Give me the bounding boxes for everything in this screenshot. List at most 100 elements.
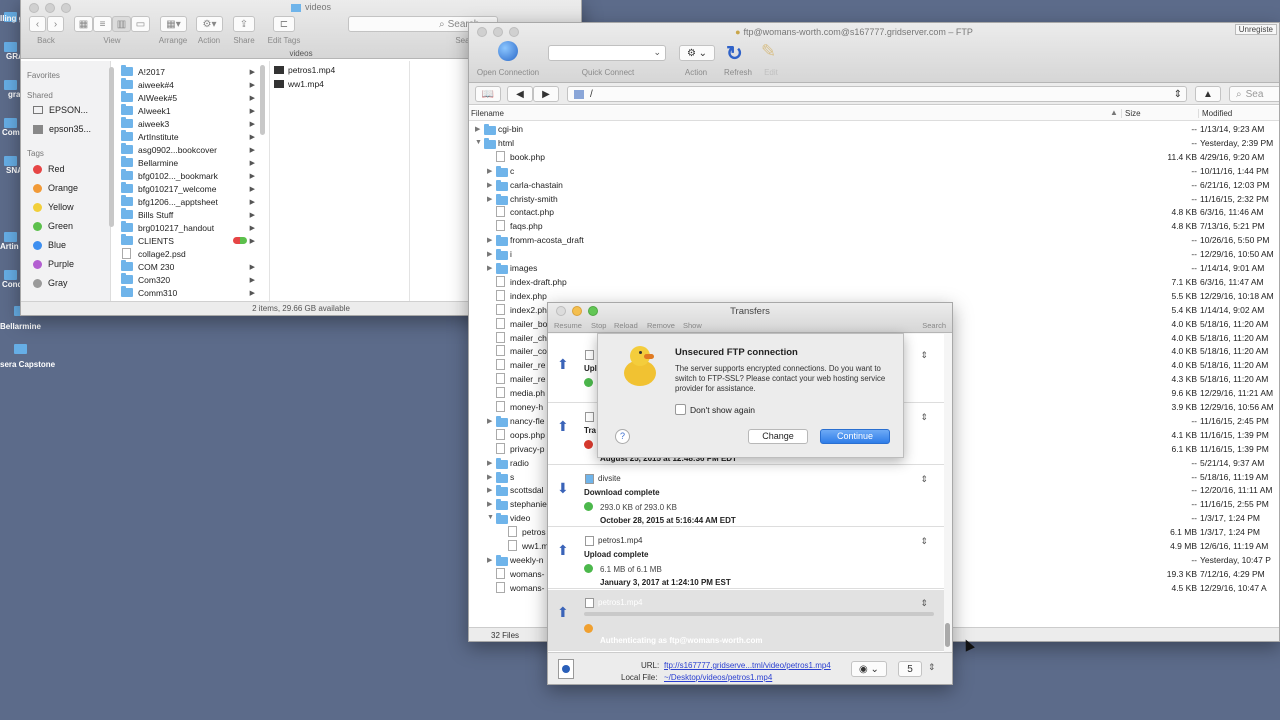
list-item[interactable]: A!2017 ▶ bbox=[121, 65, 261, 78]
bookmarks-button[interactable]: 📖 bbox=[475, 86, 501, 102]
column-scrollbar[interactable] bbox=[260, 65, 265, 135]
tag-red[interactable]: Red bbox=[33, 164, 65, 174]
list-item[interactable]: AIWeek#5 ▶ bbox=[121, 91, 261, 104]
back-button[interactable]: ‹ bbox=[29, 16, 46, 32]
sidebar-scrollbar[interactable] bbox=[109, 67, 114, 227]
table-row[interactable]: ▶ christy-smith -- 11/16/15, 2:32 PM bbox=[469, 192, 1279, 206]
edit-tags-button[interactable]: ⊏ bbox=[273, 16, 295, 32]
table-row[interactable]: ▶ i -- 12/29/16, 10:50 AM bbox=[469, 247, 1279, 261]
path-select[interactable]: / ⇕ bbox=[567, 86, 1187, 102]
disclosure-closed-icon[interactable]: ▶ bbox=[487, 264, 492, 272]
pencil-icon[interactable]: ✎ bbox=[761, 41, 776, 62]
list-item[interactable]: asg0902...bookcover ▶ bbox=[121, 143, 261, 156]
table-row[interactable]: ▶ carla-chastain -- 6/21/16, 12:03 PM bbox=[469, 178, 1279, 192]
dont-show-checkbox[interactable] bbox=[675, 404, 686, 415]
unregistered-badge[interactable]: Unregiste bbox=[1234, 24, 1277, 35]
help-button[interactable]: ? bbox=[615, 429, 630, 444]
expand-icon[interactable]: ⇕ bbox=[920, 536, 928, 547]
list-item[interactable]: collage2.psd bbox=[121, 247, 261, 260]
tag-gray[interactable]: Gray bbox=[33, 278, 68, 288]
disclosure-closed-icon[interactable]: ▶ bbox=[475, 125, 480, 133]
list-item[interactable]: AIweek1 ▶ bbox=[121, 104, 261, 117]
sidebar-item-epson35[interactable]: epson35... bbox=[33, 124, 91, 134]
action-button[interactable]: ⚙▾ bbox=[196, 16, 223, 32]
share-button[interactable]: ⇪ bbox=[233, 16, 255, 32]
desktop-folder-icon[interactable] bbox=[14, 344, 27, 354]
list-item[interactable]: Bills Stuff ▶ bbox=[121, 208, 261, 221]
column-header-modified[interactable]: Modified bbox=[1198, 109, 1232, 118]
column-header-filename[interactable]: Filename bbox=[471, 109, 504, 118]
desktop-folder-icon[interactable] bbox=[4, 156, 17, 166]
table-row[interactable]: ▼ html -- Yesterday, 2:39 PM bbox=[469, 136, 1279, 150]
forward-button[interactable]: ▶ bbox=[533, 86, 559, 102]
icon-view-button[interactable]: ▦ bbox=[74, 16, 93, 32]
list-item[interactable]: Com320 ▶ bbox=[121, 273, 261, 286]
disclosure-open-icon[interactable]: ▼ bbox=[475, 139, 482, 146]
tag-purple[interactable]: Purple bbox=[33, 259, 74, 269]
desktop-folder-icon[interactable] bbox=[4, 80, 17, 90]
disclosure-closed-icon[interactable]: ▶ bbox=[487, 236, 492, 244]
list-item[interactable]: ww1.mp4 bbox=[274, 79, 324, 89]
stop-button[interactable]: Stop bbox=[591, 321, 606, 330]
table-row[interactable]: ▶ fromm-acosta_draft -- 10/26/16, 5:50 PM bbox=[469, 233, 1279, 247]
resume-button[interactable]: Resume bbox=[554, 321, 582, 330]
stepper-arrows-icon[interactable]: ⇕ bbox=[928, 662, 936, 673]
quick-connect-select[interactable]: ⌄ bbox=[548, 45, 666, 61]
forward-button[interactable]: › bbox=[47, 16, 64, 32]
disclosure-closed-icon[interactable]: ▶ bbox=[487, 500, 492, 508]
desktop-folder-icon[interactable] bbox=[4, 118, 17, 128]
disclosure-closed-icon[interactable]: ▶ bbox=[487, 195, 492, 203]
expand-icon[interactable]: ⇕ bbox=[920, 412, 928, 423]
expand-icon[interactable]: ⇕ bbox=[920, 474, 928, 485]
list-item[interactable]: CLIENTS ▶ bbox=[121, 234, 261, 247]
table-row[interactable]: faqs.php 4.8 KB 7/13/16, 5:21 PM bbox=[469, 219, 1279, 233]
table-row[interactable]: ▶ cgi-bin -- 1/13/14, 9:23 AM bbox=[469, 122, 1279, 136]
globe-icon[interactable] bbox=[498, 41, 518, 61]
tag-orange[interactable]: Orange bbox=[33, 183, 78, 193]
refresh-icon[interactable]: ↻ bbox=[726, 41, 743, 66]
show-button[interactable]: Show bbox=[683, 321, 702, 330]
table-row[interactable]: book.php 11.4 KB 4/29/16, 9:20 AM bbox=[469, 150, 1279, 164]
tag-green[interactable]: Green bbox=[33, 221, 73, 231]
table-row[interactable]: ▶ images -- 1/14/14, 9:01 AM bbox=[469, 261, 1279, 275]
transfer-item[interactable]: ⬆ petros1.mp4 Authenticating as ftp@womans… bbox=[548, 590, 944, 651]
list-item[interactable]: aiweek#4 ▶ bbox=[121, 78, 261, 91]
arrange-button[interactable]: ▦▾ bbox=[160, 16, 187, 32]
transfer-item[interactable]: ⬆ petros1.mp4 Upload complete 6.1 MB of 6.1… bbox=[548, 528, 944, 589]
column-header-size[interactable]: Size bbox=[1121, 109, 1141, 118]
list-item[interactable]: bfg0102..._bookmark ▶ bbox=[121, 169, 261, 182]
upload-button[interactable]: ▲ bbox=[1195, 86, 1221, 102]
back-button[interactable]: ◀ bbox=[507, 86, 533, 102]
disclosure-closed-icon[interactable]: ▶ bbox=[487, 556, 492, 564]
expand-icon[interactable]: ⇕ bbox=[920, 350, 928, 361]
disclosure-closed-icon[interactable]: ▶ bbox=[487, 473, 492, 481]
desktop-folder-icon[interactable] bbox=[4, 42, 17, 52]
disclosure-closed-icon[interactable]: ▶ bbox=[487, 459, 492, 467]
list-item[interactable]: petros1.mp4 bbox=[274, 65, 335, 75]
expand-icon[interactable]: ⇕ bbox=[920, 598, 928, 609]
desktop-folder-icon[interactable] bbox=[4, 270, 17, 280]
desktop-folder-icon[interactable] bbox=[4, 232, 17, 242]
table-row[interactable]: index-draft.php 7.1 KB 6/3/16, 11:47 AM bbox=[469, 275, 1279, 289]
gallery-view-button[interactable]: ▭ bbox=[131, 16, 150, 32]
list-item[interactable]: bfg010217_welcome ▶ bbox=[121, 182, 261, 195]
bandwidth-select[interactable]: ◉ ⌄ bbox=[851, 661, 887, 677]
list-item[interactable]: aiweek3 ▶ bbox=[121, 117, 261, 130]
remove-button[interactable]: Remove bbox=[647, 321, 675, 330]
disclosure-closed-icon[interactable]: ▶ bbox=[487, 417, 492, 425]
sidebar-item-epson[interactable]: EPSON... bbox=[33, 105, 88, 115]
list-item[interactable]: COM 230 ▶ bbox=[121, 260, 261, 273]
list-item[interactable]: brg010217_handout ▶ bbox=[121, 221, 261, 234]
transfer-scrollbar[interactable] bbox=[945, 623, 950, 647]
url-link[interactable]: ftp://s167777.gridserve...tml/video/petr… bbox=[664, 661, 831, 670]
tag-blue[interactable]: Blue bbox=[33, 240, 66, 250]
list-item[interactable]: Comm310 ▶ bbox=[121, 286, 261, 299]
disclosure-closed-icon[interactable]: ▶ bbox=[487, 486, 492, 494]
reload-button[interactable]: Reload bbox=[614, 321, 638, 330]
tag-yellow[interactable]: Yellow bbox=[33, 202, 74, 212]
transfer-item[interactable]: ⬇ divsite Download complete 293.0 KB of 293… bbox=[548, 466, 944, 527]
column-view-button[interactable]: ▥ bbox=[112, 16, 131, 32]
search-input[interactable]: ⌕ Sea bbox=[1229, 86, 1279, 102]
table-row[interactable]: contact.php 4.8 KB 6/3/16, 11:46 AM bbox=[469, 205, 1279, 219]
action-button[interactable]: ⚙ ⌄ bbox=[679, 45, 715, 61]
